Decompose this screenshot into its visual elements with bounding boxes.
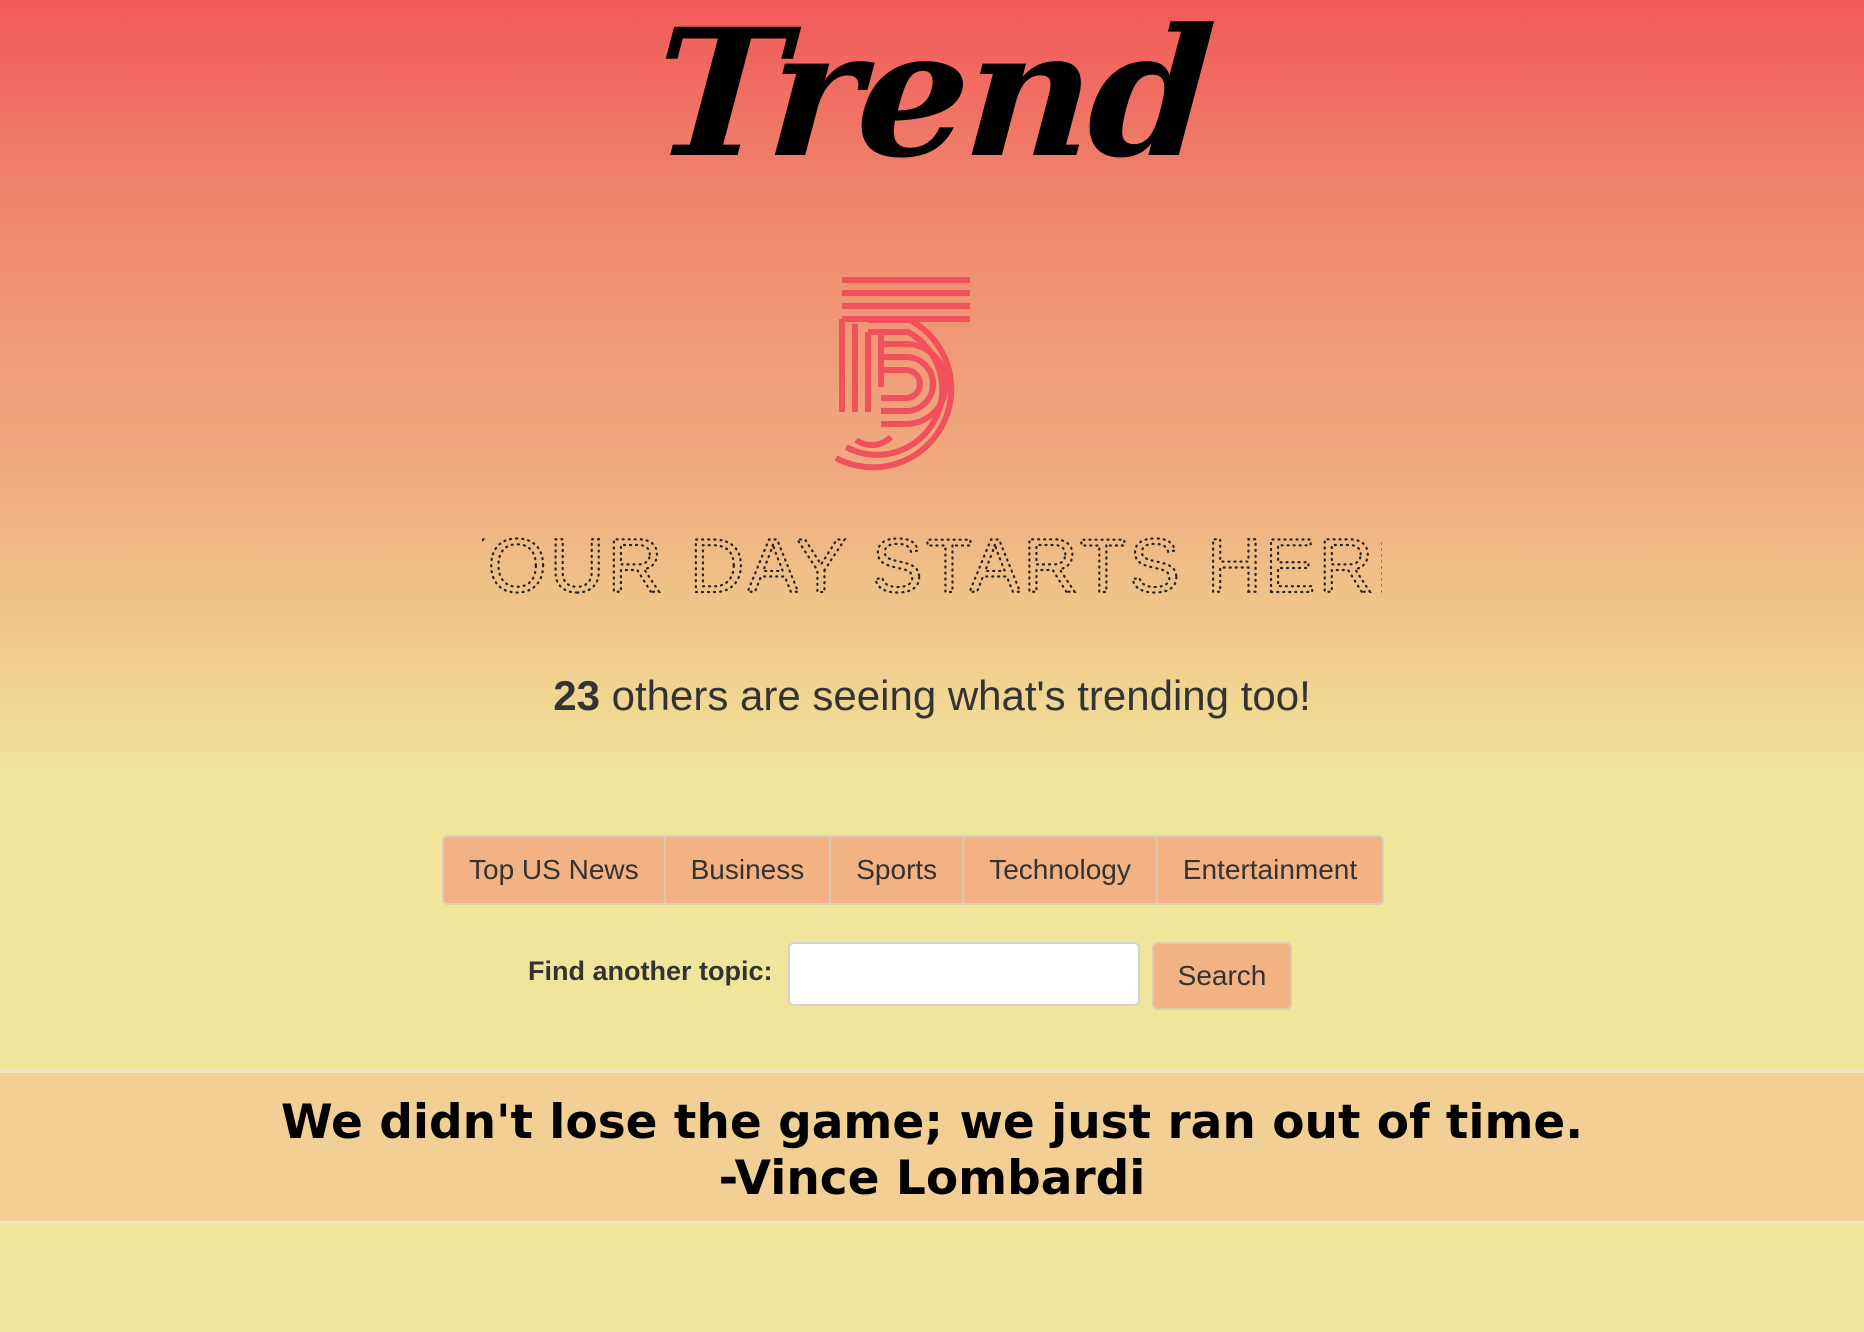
- tagline-dotted-text: YOUR DAY STARTS HERE: [482, 526, 1382, 606]
- viewer-counter: 23 others are seeing what's trending too…: [0, 672, 1864, 720]
- tab-sports[interactable]: Sports: [831, 837, 965, 903]
- tab-entertainment[interactable]: Entertainment: [1158, 837, 1382, 903]
- tagline-text: YOUR DAY STARTS HERE: [482, 526, 1382, 606]
- topic-nav: Top US News Business Sports Technology E…: [442, 835, 1385, 905]
- logo-text: Trend: [647, 0, 1217, 197]
- search-input[interactable]: [788, 942, 1140, 1006]
- search-label: Find another topic:: [528, 956, 773, 986]
- tab-business[interactable]: Business: [666, 837, 832, 903]
- site-logo[interactable]: Trend: [0, 0, 1864, 230]
- tab-technology[interactable]: Technology: [964, 837, 1158, 903]
- tab-top-us-news[interactable]: Top US News: [444, 837, 666, 903]
- tagline: YOUR DAY STARTS HERE: [0, 526, 1864, 611]
- search-form: Find another topic: Search: [0, 942, 1864, 1010]
- viewer-count: 23: [553, 672, 600, 719]
- search-button[interactable]: Search: [1152, 942, 1292, 1010]
- viewer-counter-text: others are seeing what's trending too!: [599, 672, 1311, 719]
- five-logo-icon: [834, 277, 970, 471]
- quote-banner: We didn't lose the game; we just ran out…: [0, 1070, 1864, 1224]
- quote-text: We didn't lose the game; we just ran out…: [280, 1095, 1584, 1150]
- quote-author: -Vince Lombardi: [718, 1151, 1146, 1206]
